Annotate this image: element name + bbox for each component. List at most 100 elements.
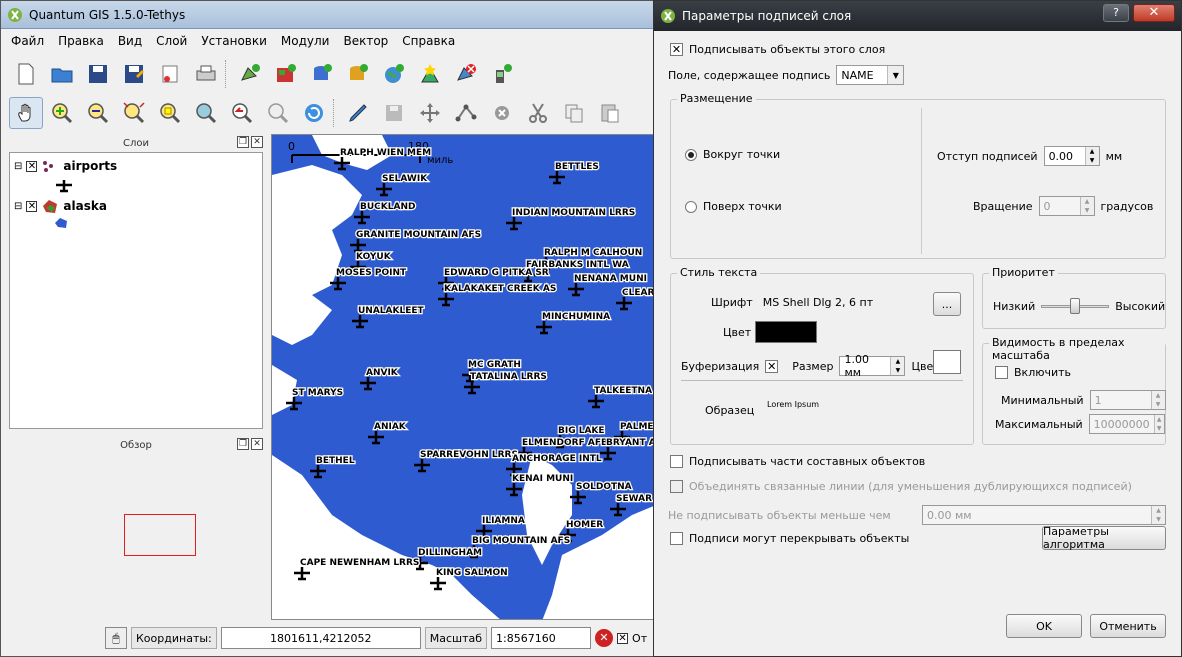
min-size-row: Не подписывать объекты меньше чем 0.00 м… — [668, 505, 1166, 525]
overview-extent-rect[interactable] — [124, 514, 196, 556]
overview-map[interactable] — [9, 454, 263, 619]
map-canvas[interactable]: 0 180 миль RALPH WIEN MEM SELAWIK BETTLES B… — [271, 134, 655, 620]
spin-arrows-icon[interactable]: ▲ ▼ — [1153, 415, 1164, 433]
text-color-swatch[interactable] — [755, 321, 817, 343]
coords-field[interactable]: 1801611,4212052 — [220, 627, 421, 649]
save-edits-button[interactable] — [377, 97, 411, 129]
remove-layer-button[interactable] — [449, 58, 483, 90]
layers-panel-title: Слои — [123, 137, 149, 149]
airport-label: SOLDOTNA — [576, 482, 632, 492]
zoom-full-button[interactable] — [117, 97, 151, 129]
save-as-button[interactable] — [117, 58, 151, 90]
float-panel-button[interactable]: ❐ — [237, 136, 249, 148]
refresh-button[interactable] — [297, 97, 331, 129]
layer-visibility-checkbox[interactable]: ✕ — [26, 200, 38, 212]
help-button[interactable]: ? — [1103, 4, 1129, 22]
new-vector-layer-button[interactable] — [413, 58, 447, 90]
move-feature-button[interactable] — [413, 97, 447, 129]
layer-item-airports[interactable]: ⊟ ✕ airports — [14, 159, 117, 173]
buffer-color-swatch[interactable] — [933, 350, 961, 374]
zoom-out-button[interactable] — [81, 97, 115, 129]
cancel-button[interactable]: Отменить — [1090, 614, 1166, 638]
sample-row: Образец — [705, 404, 754, 417]
spin-arrows-icon[interactable]: ▲ ▼ — [1079, 197, 1094, 215]
render-checkbox[interactable]: ✕ — [617, 632, 629, 644]
buffer-size-spinbox[interactable]: 1.00 мм ▲ ▼ — [839, 353, 906, 379]
zoom-to-selection-button[interactable] — [153, 97, 187, 129]
airport-label: BIG LAKE — [558, 426, 605, 436]
print-button[interactable] — [189, 58, 223, 90]
rotation-spinbox[interactable]: 0 ▲ ▼ — [1038, 196, 1095, 216]
copy-features-button[interactable] — [557, 97, 591, 129]
add-postgis-layer-button[interactable] — [305, 58, 339, 90]
node-tool-button[interactable] — [449, 97, 483, 129]
airport-label: SEWAR — [616, 494, 652, 504]
scale-enable-checkbox[interactable] — [995, 366, 1008, 379]
merge-lines-checkbox[interactable] — [670, 480, 683, 493]
menu-edit[interactable]: Правка — [58, 34, 104, 48]
zoom-next-button[interactable] — [261, 97, 295, 129]
paste-features-button[interactable] — [593, 97, 627, 129]
font-picker-button[interactable]: ... — [933, 292, 961, 316]
menu-plugins[interactable]: Модули — [281, 34, 330, 48]
label-layer-checkbox[interactable]: ✕ — [670, 43, 683, 56]
close-panel-button[interactable]: ✕ — [251, 136, 263, 148]
print-composer-button[interactable] — [153, 58, 187, 90]
field-combobox[interactable]: NAME ▼ — [836, 65, 905, 85]
spin-arrows-icon[interactable]: ▲ ▼ — [1084, 147, 1099, 165]
menu-file[interactable]: Файл — [11, 34, 44, 48]
layer-visibility-checkbox[interactable]: ✕ — [26, 160, 38, 172]
buffer-checkbox[interactable]: ✕ — [765, 359, 779, 373]
close-panel-button[interactable]: ✕ — [251, 438, 263, 450]
add-spatialite-layer-button[interactable] — [341, 58, 375, 90]
new-project-button[interactable] — [9, 58, 43, 90]
zoom-to-layer-button[interactable] — [189, 97, 223, 129]
around-point-radio[interactable] — [685, 148, 697, 161]
min-scale-spinbox[interactable]: 1 ▲ ▼ — [1089, 390, 1166, 410]
float-panel-button[interactable]: ❐ — [237, 438, 249, 450]
collapse-icon[interactable]: ⊟ — [14, 161, 22, 172]
zoom-last-button[interactable] — [225, 97, 259, 129]
menu-vector[interactable]: Вектор — [343, 34, 388, 48]
slider-handle[interactable] — [1070, 298, 1081, 314]
close-dialog-button[interactable]: ✕ — [1133, 4, 1175, 22]
overlap-checkbox[interactable] — [670, 532, 683, 545]
menu-layer[interactable]: Слой — [156, 34, 187, 48]
delete-selected-button[interactable] — [485, 97, 519, 129]
label-parts-checkbox[interactable] — [670, 455, 683, 468]
over-point-radio[interactable] — [685, 200, 697, 213]
offset-spinbox[interactable]: 0.00 ▲ ▼ — [1043, 146, 1100, 166]
max-scale-spinbox[interactable]: 10000000 ▲ ▼ — [1088, 414, 1165, 434]
ok-button[interactable]: OK — [1006, 614, 1082, 638]
toggle-editing-button[interactable] — [341, 97, 375, 129]
menu-help[interactable]: Справка — [402, 34, 455, 48]
coordinate-toggle-button[interactable]: 🖱 — [105, 627, 127, 649]
menu-view[interactable]: Вид — [118, 34, 142, 48]
add-gps-layer-button[interactable] — [485, 58, 519, 90]
add-vector-layer-button[interactable] — [233, 58, 267, 90]
cut-features-button[interactable] — [521, 97, 555, 129]
menu-settings[interactable]: Установки — [201, 34, 267, 48]
layer-item-alaska[interactable]: ⊟ ✕ alaska — [14, 198, 107, 214]
add-raster-layer-button[interactable] — [269, 58, 303, 90]
priority-title: Приоритет — [989, 266, 1058, 279]
min-size-label: Не подписывать объекты меньше чем — [668, 508, 891, 522]
chevron-down-icon: ▼ — [887, 66, 904, 84]
min-size-spinbox[interactable]: 0.00 мм ▲ ▼ — [922, 505, 1166, 525]
collapse-icon[interactable]: ⊟ — [14, 201, 22, 212]
label-layer-row: ✕ Подписывать объекты этого слоя — [670, 43, 885, 56]
zoom-in-button[interactable] — [45, 97, 79, 129]
engine-settings-button[interactable]: Параметры алгоритма — [1042, 525, 1166, 551]
save-project-button[interactable] — [81, 58, 115, 90]
add-wms-layer-button[interactable] — [377, 58, 411, 90]
pan-button[interactable] — [9, 97, 43, 129]
open-project-button[interactable] — [45, 58, 79, 90]
spin-arrows-icon[interactable]: ▲ ▼ — [890, 357, 905, 375]
spin-arrows-icon[interactable]: ▲ ▼ — [1150, 391, 1165, 409]
pencil-icon — [349, 104, 367, 122]
stop-render-icon[interactable]: ✕ — [595, 629, 614, 647]
font-row: Шрифт MS Shell Dlg 2, 6 пт — [711, 296, 873, 309]
priority-slider[interactable] — [1041, 298, 1110, 314]
scale-field[interactable]: 1:8567160 — [491, 627, 592, 649]
spin-arrows-icon[interactable]: ▲ ▼ — [1151, 506, 1165, 524]
